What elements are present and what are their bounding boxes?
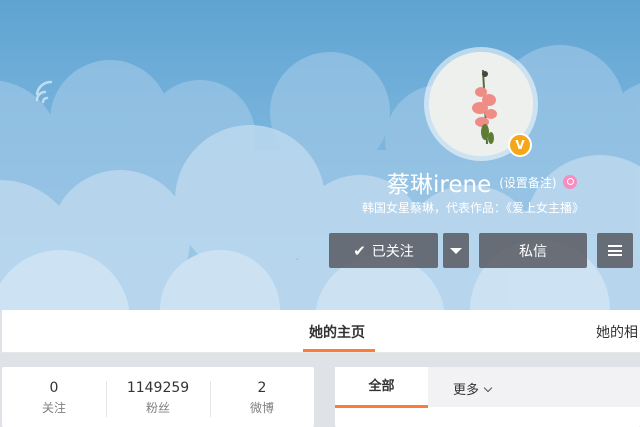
followed-label: 已关注 [371, 243, 414, 260]
active-filter-indicator [335, 405, 428, 408]
filter-more-dropdown[interactable]: 更多 [453, 379, 493, 398]
chevron-down-icon [483, 383, 493, 393]
fans-label: 粉丝 [145, 401, 170, 415]
posts-count: 2 [257, 380, 267, 396]
female-icon [562, 175, 577, 189]
set-remark-link[interactable]: (设置备注) [499, 174, 556, 191]
feed-filter-card: 全部 更多 [335, 367, 640, 427]
message-button[interactable]: 私信 [479, 233, 587, 268]
check-icon: ✔ [353, 241, 366, 260]
stat-fans[interactable]: 1149259 粉丝 [106, 380, 210, 416]
following-count: 0 [49, 380, 59, 396]
filter-more-label: 更多 [453, 383, 480, 398]
active-tab-indicator [303, 349, 375, 352]
stat-following[interactable]: 0 关注 [2, 380, 106, 416]
signal-icon [35, 80, 53, 104]
verified-badge-icon: V [508, 133, 532, 157]
posts-label: 微博 [249, 401, 274, 415]
stat-posts[interactable]: 2 微博 [210, 380, 314, 416]
follow-options-button[interactable] [443, 233, 469, 268]
profile-tabbar: 她的主页 她的相 [2, 310, 640, 353]
caret-down-icon [450, 247, 462, 254]
profile-intro: 韩国女星蔡琳，代表作品：《爱上女主播》 [362, 201, 585, 215]
stats-card: 0 关注 1149259 粉丝 2 微博 [2, 367, 314, 427]
tab-her-homepage[interactable]: 她的主页 [309, 322, 365, 342]
fans-count: 1149259 [126, 380, 190, 396]
menu-icon [608, 245, 622, 256]
filter-all-tab[interactable]: 全部 [335, 367, 428, 407]
followed-button[interactable]: ✔ 已关注 [329, 233, 438, 268]
more-menu-button[interactable] [597, 233, 633, 268]
tab-her-album[interactable]: 她的相 [596, 322, 638, 342]
message-label: 私信 [519, 243, 547, 260]
profile-name-row: 蔡琳irene (设置备注) [387, 166, 577, 198]
profile-name: 蔡琳irene [387, 172, 492, 198]
following-label: 关注 [41, 401, 66, 415]
